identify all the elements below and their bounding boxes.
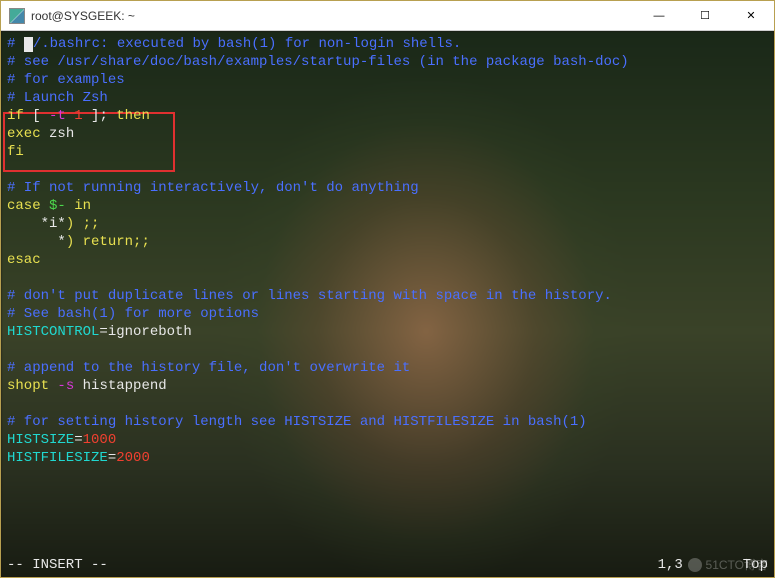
editor-content[interactable]: # /.bashrc: executed by bash(1) for non-… <box>1 31 774 577</box>
watermark: 51CTO博客 <box>688 556 768 573</box>
editor-line: # don't put duplicate lines or lines sta… <box>7 287 768 305</box>
editor-line: # see /usr/share/doc/bash/examples/start… <box>7 53 768 71</box>
editor-line: # /.bashrc: executed by bash(1) for non-… <box>7 35 768 53</box>
terminal-window: root@SYSGEEK: ~ — ☐ ✕ # /.bashrc: execut… <box>0 0 775 578</box>
editor-line: # See bash(1) for more options <box>7 305 768 323</box>
editor-line <box>7 269 768 287</box>
watermark-text: 51CTO博客 <box>706 556 768 573</box>
window-title: root@SYSGEEK: ~ <box>31 9 636 23</box>
vim-statusline: -- INSERT -- 1,3 Top <box>7 557 768 573</box>
editor-line: HISTSIZE=1000 <box>7 431 768 449</box>
editor-line: HISTCONTROL=ignoreboth <box>7 323 768 341</box>
editor-line <box>7 341 768 359</box>
vim-mode: -- INSERT -- <box>7 557 108 573</box>
editor-line: # If not running interactively, don't do… <box>7 179 768 197</box>
editor-line: HISTFILESIZE=2000 <box>7 449 768 467</box>
maximize-button[interactable]: ☐ <box>682 1 728 30</box>
editor-line <box>7 161 768 179</box>
editor-line: # for setting history length see HISTSIZ… <box>7 413 768 431</box>
editor-line: if [ -t 1 ]; then <box>7 107 768 125</box>
titlebar[interactable]: root@SYSGEEK: ~ — ☐ ✕ <box>1 1 774 31</box>
terminal-icon <box>9 8 25 24</box>
editor-line: esac <box>7 251 768 269</box>
close-button[interactable]: ✕ <box>728 1 774 30</box>
minimize-button[interactable]: — <box>636 1 682 30</box>
cursor <box>24 37 33 52</box>
editor-line: fi <box>7 143 768 161</box>
editor-line: shopt -s histappend <box>7 377 768 395</box>
cursor-position: 1,3 <box>658 557 683 573</box>
terminal-viewport[interactable]: # /.bashrc: executed by bash(1) for non-… <box>1 31 774 577</box>
window-controls: — ☐ ✕ <box>636 1 774 30</box>
editor-line: # Launch Zsh <box>7 89 768 107</box>
editor-line: # append to the history file, don't over… <box>7 359 768 377</box>
editor-line: *) return;; <box>7 233 768 251</box>
editor-line: *i*) ;; <box>7 215 768 233</box>
editor-line: case $- in <box>7 197 768 215</box>
editor-line: exec zsh <box>7 125 768 143</box>
editor-line <box>7 395 768 413</box>
editor-line: # for examples <box>7 71 768 89</box>
